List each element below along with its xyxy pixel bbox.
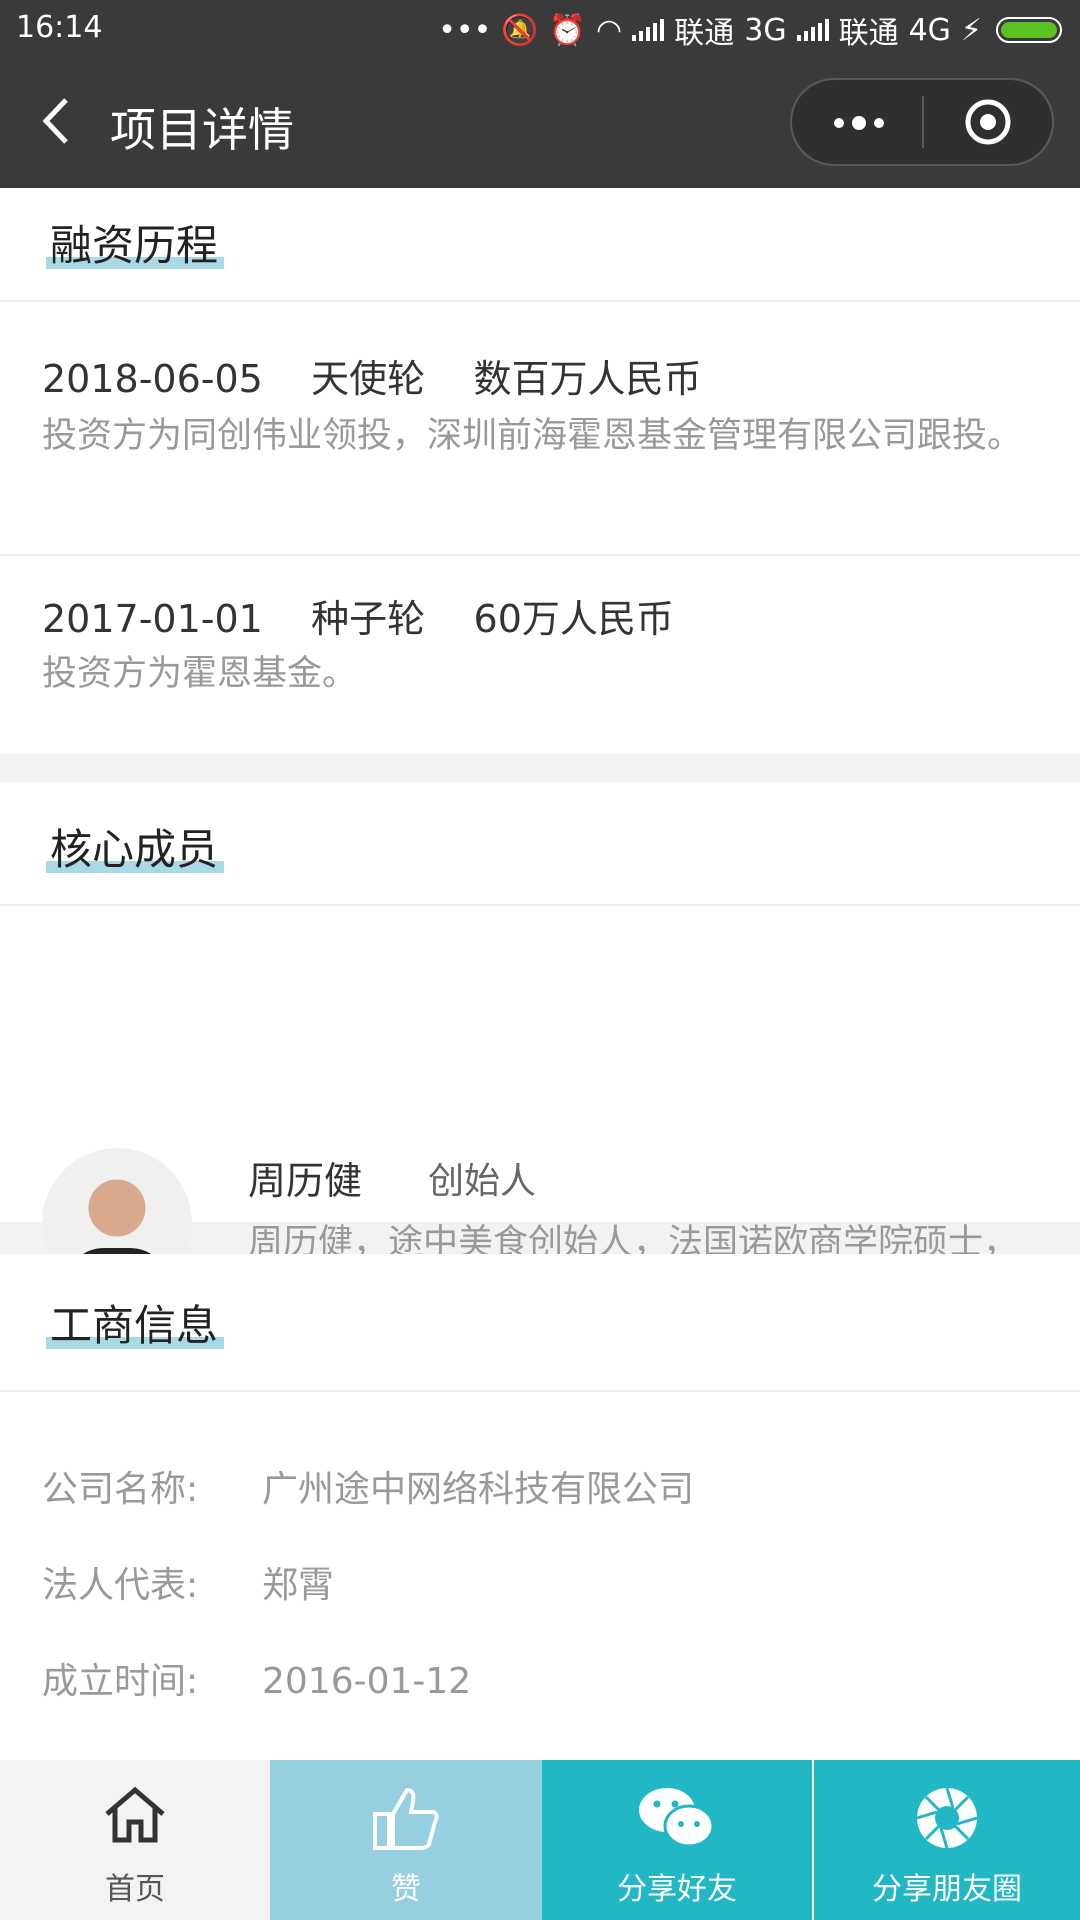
- mini-program-capsule: [790, 78, 1054, 166]
- status-time: 16:14: [16, 10, 103, 45]
- chevron-left-icon: [42, 98, 68, 144]
- close-button[interactable]: [924, 80, 1052, 164]
- funding-item: 2017-01-01 种子轮 60万人民币: [42, 597, 674, 641]
- charging-icon: ⚡: [960, 12, 982, 48]
- funding-item: 2018-06-05 天使轮 数百万人民币: [42, 357, 702, 401]
- more-icon: [834, 118, 844, 128]
- page-title: 项目详情: [110, 103, 294, 157]
- network-1: 3G: [744, 12, 787, 48]
- tab-like[interactable]: 赞: [270, 1760, 542, 1920]
- alarm-icon: ⏰: [548, 12, 587, 48]
- section-title: 核心成员: [45, 816, 225, 877]
- target-icon: [965, 99, 1011, 145]
- tab-share-moments[interactable]: 分享朋友圈: [812, 1760, 1080, 1920]
- info-row: 法人代表: 郑霄: [42, 1565, 335, 1606]
- tab-share-friend-label: 分享好友: [617, 1872, 737, 1907]
- info-row: 公司名称: 广州途中网络科技有限公司: [42, 1469, 695, 1510]
- business-card: 工商信息 公司名称: 广州途中网络科技有限公司 法人代表: 郑霄 成立时间: 2016…: [0, 1254, 1080, 1760]
- tab-home[interactable]: 首页: [0, 1760, 270, 1920]
- status-icons: ••• 🔕 ⏰ ◠ 联通 3G 联通 4G ⚡: [438, 8, 1062, 52]
- member-role: 创始人: [428, 1161, 537, 1202]
- status-bar: 16:14 ••• 🔕 ⏰ ◠ 联通 3G 联通 4G ⚡: [0, 0, 1080, 56]
- moments-icon: [916, 1787, 978, 1849]
- info-row: 成立时间: 2016-01-12: [42, 1661, 472, 1702]
- member-name: 周历健: [248, 1159, 363, 1203]
- section-title: 工商信息: [45, 1292, 225, 1353]
- mute-icon: 🔕: [501, 12, 539, 48]
- team-card: 核心成员: [0, 782, 1080, 1222]
- tab-like-label: 赞: [391, 1872, 421, 1907]
- funding-desc: 投资方为霍恩基金。: [42, 654, 358, 694]
- more-button[interactable]: [792, 80, 922, 164]
- thumbs-up-icon: [373, 1787, 439, 1850]
- carrier-1: 联通: [674, 16, 735, 51]
- wechat-icon: [639, 1788, 715, 1848]
- content[interactable]: 融资历程 2018-06-05 天使轮 数百万人民币 投资方为同创伟业领投，深圳…: [0, 188, 1080, 1760]
- tab-share-moments-label: 分享朋友圈: [872, 1872, 1022, 1907]
- tab-share-friend[interactable]: 分享好友: [542, 1760, 812, 1920]
- network-2: 4G: [908, 12, 951, 48]
- back-button[interactable]: [38, 96, 78, 146]
- wifi-icon: ◠: [596, 12, 623, 48]
- signal-icon: [796, 19, 829, 41]
- carrier-2: 联通: [838, 16, 899, 51]
- battery-icon: [996, 17, 1062, 43]
- section-title: 融资历程: [45, 212, 225, 273]
- funding-desc: 投资方为同创伟业领投，深圳前海霍恩基金管理有限公司跟投。: [42, 416, 1023, 456]
- nav-bar: 项目详情: [0, 56, 1080, 188]
- home-icon: [105, 1786, 165, 1843]
- more-dots-icon: •••: [438, 12, 492, 48]
- tab-home-label: 首页: [105, 1872, 165, 1907]
- bottom-tab-bar: 首页 赞 分享好友 分享朋友圈: [0, 1760, 1080, 1920]
- signal-icon: [632, 19, 665, 41]
- funding-card: 融资历程 2018-06-05 天使轮 数百万人民币 投资方为同创伟业领投，深圳…: [0, 188, 1080, 754]
